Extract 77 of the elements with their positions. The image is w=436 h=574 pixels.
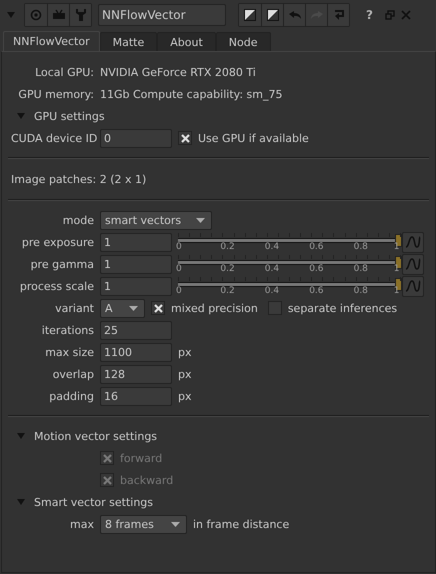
unit-label: px <box>178 368 192 380</box>
tv-icon[interactable] <box>47 4 69 26</box>
param-label: variant <box>54 302 94 314</box>
value-field[interactable]: 1 <box>100 232 172 252</box>
param-label: iterations <box>40 324 94 336</box>
value-field[interactable]: 1100 <box>100 342 172 362</box>
tab[interactable]: Node <box>216 32 270 51</box>
checkbox[interactable] <box>178 131 192 145</box>
tick-label: 0.4 <box>264 242 280 252</box>
value-field[interactable]: 16 <box>100 386 172 406</box>
param-label: mode <box>62 214 94 226</box>
tick-label: 0.6 <box>309 242 324 252</box>
checkbox[interactable] <box>151 301 165 315</box>
float-icon[interactable] <box>384 10 395 20</box>
tick-label: 0.8 <box>354 286 368 296</box>
param-label: pre gamma <box>30 258 94 270</box>
wrench-icon[interactable] <box>69 4 91 26</box>
collapse-icon[interactable] <box>6 11 16 19</box>
group-title: Smart vector settings <box>34 496 154 508</box>
value-field[interactable]: 128 <box>100 364 172 384</box>
checkbox-label: separate inferences <box>288 302 398 314</box>
revert-icon[interactable] <box>327 4 349 26</box>
value-field[interactable]: 1 <box>100 276 172 296</box>
info-value: 11Gb Compute capability: sm_75 <box>100 88 282 100</box>
split-square-icon[interactable] <box>261 4 283 26</box>
variant-dropdown[interactable]: A <box>100 298 145 318</box>
tick-label: 0 <box>176 242 182 252</box>
checkbox-label: backward <box>120 474 174 486</box>
split-square-icon[interactable] <box>239 4 261 26</box>
tab[interactable]: About <box>157 32 216 51</box>
checkbox-label: mixed precision <box>171 302 258 314</box>
redo-icon[interactable] <box>305 4 327 26</box>
tick-label: 0.6 <box>309 264 324 274</box>
param-label: max <box>69 518 94 530</box>
tab[interactable]: NNFlowVector <box>3 31 100 51</box>
unit-label: px <box>178 390 192 402</box>
mode-dropdown[interactable]: smart vectors <box>100 210 212 230</box>
info-value: NVIDIA GeForce RTX 2080 Ti <box>100 66 256 78</box>
caret-icon <box>129 306 138 310</box>
unit-label: px <box>178 346 192 358</box>
frames-dropdown[interactable]: 8 frames <box>100 514 187 534</box>
group-title: Motion vector settings <box>34 430 158 442</box>
tick-label: 0 <box>176 286 182 296</box>
caret-icon <box>171 522 180 526</box>
close-icon[interactable] <box>400 10 411 20</box>
node-name-field[interactable]: NNFlowVector <box>98 4 226 26</box>
checkbox-label: Use GPU if available <box>198 132 309 144</box>
tick-label: 0.2 <box>220 286 235 296</box>
param-label: process scale <box>18 280 94 292</box>
info-label: GPU memory: <box>17 88 94 100</box>
checkbox-label: forward <box>120 452 162 464</box>
tick-label: 0.4 <box>264 264 280 274</box>
tab[interactable]: Matte <box>100 32 158 51</box>
param-label: max size <box>44 346 94 358</box>
param-label: pre exposure <box>20 236 94 248</box>
expand-icon[interactable] <box>16 498 26 506</box>
caret-icon <box>196 218 205 222</box>
tick-label: 0 <box>176 264 182 274</box>
param-label: overlap <box>52 368 94 380</box>
expand-icon[interactable] <box>16 112 26 120</box>
tick-label: 0.8 <box>354 264 368 274</box>
info-label: Local GPU: <box>34 66 94 78</box>
tick-label: 0.2 <box>220 264 235 274</box>
help-button[interactable]: ? <box>366 8 373 22</box>
tick-label: 0.2 <box>220 242 235 252</box>
value-field[interactable]: 25 <box>100 320 172 340</box>
group-title: GPU settings <box>34 110 105 122</box>
cuda-device-field[interactable]: 0 <box>100 128 172 148</box>
tick-label: 0.4 <box>264 286 280 296</box>
checkbox[interactable] <box>268 301 282 315</box>
expand-icon[interactable] <box>16 432 26 440</box>
tick-label: 0.8 <box>354 242 368 252</box>
param-label: padding <box>48 390 94 402</box>
image-patches-text: Image patches: 2 (2 x 1) <box>11 172 146 186</box>
suffix-label: in frame distance <box>193 518 290 530</box>
value-field[interactable]: 1 <box>100 254 172 274</box>
tick-label: 0.6 <box>309 286 324 296</box>
